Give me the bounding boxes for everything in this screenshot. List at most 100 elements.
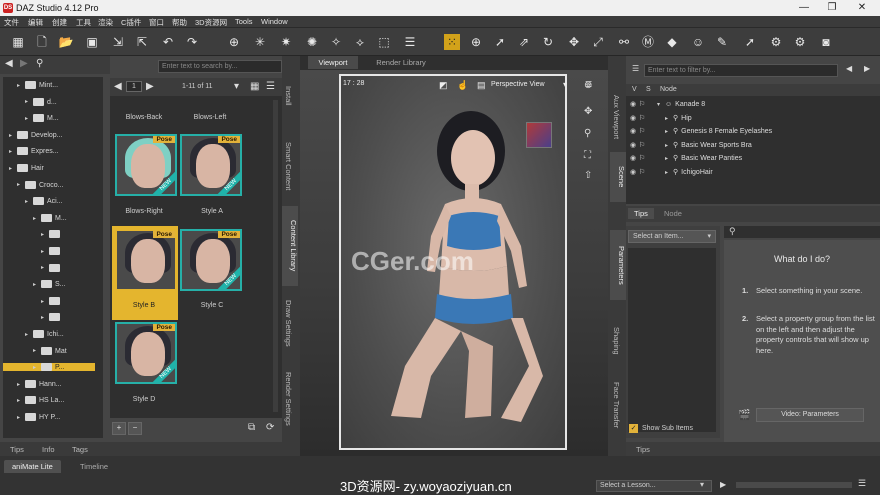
select-icon[interactable]: ➚ [492,34,508,50]
more-icon[interactable]: ☰ [858,478,866,489]
expand-arrow-icon[interactable]: ▸ [9,148,17,155]
scene-node-row[interactable]: ◉ ⚐ ▾ ☺ Kanade 8 [630,100,705,108]
tree-item[interactable]: ▸ [41,247,63,255]
tab-tips-bottom[interactable]: Tips [636,445,650,454]
open-folder-icon[interactable]: 📂 [58,34,74,50]
close-button[interactable]: ✕ [848,0,876,16]
scene-filter-input[interactable]: Enter text to filter by... [644,64,838,77]
tree-item[interactable]: ▸ Develop... [9,130,63,139]
universal-tool-icon[interactable]: ⟡ [352,34,368,50]
expand-arrow-icon[interactable]: ▾ [657,101,665,108]
menu-help[interactable]: 帮助 [172,17,187,28]
menu-window[interactable]: Window [261,17,288,26]
tab-info[interactable]: Info [42,445,55,454]
tab-smart-content[interactable]: Smart Content [284,126,293,206]
list-icon[interactable]: ☰ [402,34,418,50]
scene-menu-icon[interactable]: ☰ [632,64,639,73]
expand-arrow-icon[interactable]: ▸ [25,331,33,338]
expand-arrow-icon[interactable]: ▸ [17,397,25,404]
tree-item[interactable]: ▸ Hair [9,164,44,172]
pointer-icon[interactable]: ➚ [742,34,758,50]
3d-scene[interactable]: 17 : 28 ◩ ☝ ▤ Perspective View ▾ CGer.co… [300,70,608,456]
tab-aux-viewport[interactable]: Aux Viewport [612,82,621,152]
tree-item[interactable]: ▸ d... [25,97,57,106]
new-file-icon[interactable]: 🗋 [34,34,50,50]
visibility-eye-icon[interactable]: ◉ [630,141,639,149]
forward-arrow-icon[interactable]: ▶ [20,58,28,69]
tree-item[interactable]: ▸ [41,263,63,272]
expand-arrow-icon[interactable]: ▸ [41,314,49,321]
expand-arrow-icon[interactable]: ▸ [33,215,41,222]
expand-arrow-icon[interactable]: ▸ [665,128,673,135]
tree-item[interactable]: ▸ Mint... [17,81,58,89]
copy-icon[interactable]: ⧉ [248,422,255,433]
chevron-down-icon[interactable]: ▾ [563,80,567,89]
maximize-button[interactable]: ❐ [818,0,846,16]
dropdown-icon[interactable]: ▾ [234,81,239,92]
prev-page-icon[interactable]: ◀ [114,81,122,92]
add-button[interactable]: + [112,422,126,435]
pan-icon[interactable]: ✥ [584,106,592,117]
select-item-dropdown[interactable]: Select an Item... ▾ [628,230,716,243]
minimize-button[interactable]: — [790,0,818,16]
item-caption[interactable]: Blows-Left [170,114,250,121]
scale-icon[interactable]: ⤢ [590,34,606,50]
grid-view-icon[interactable]: ▦ [250,81,259,92]
select-toggle-icon[interactable]: ⚐ [639,127,657,135]
list-view-icon[interactable]: ☰ [266,81,275,92]
tab-draw-settings[interactable]: Draw Settings [284,288,293,358]
grid-select-icon[interactable]: ⁙ [444,34,460,50]
expand-arrow-icon[interactable]: ▸ [33,364,41,371]
tree-item[interactable]: ▸ HS La... [17,396,64,405]
scene-node-row[interactable]: ◉ ⚐ ▸ ⚲ Hip [630,114,692,122]
tab-face-transfer[interactable]: Face Transfer [612,374,621,436]
play-icon[interactable]: ▶ [720,480,726,489]
menu-window-cn[interactable]: 窗口 [149,17,164,28]
params-search[interactable]: ⚲ [724,226,880,238]
paint-icon[interactable]: ✎ [714,34,730,50]
video-parameters-button[interactable]: Video: Parameters [756,408,864,422]
expand-arrow-icon[interactable]: ▸ [25,98,33,105]
camera-move-icon[interactable]: ☝ [457,80,468,91]
figure-icon[interactable]: ☺ [690,34,706,50]
export-icon[interactable]: ⇱ [134,34,150,50]
item-caption[interactable]: Style A [172,208,252,215]
select-toggle-icon[interactable]: ⚐ [639,100,657,108]
tree-item[interactable]: ▸ HY P... [17,413,60,421]
tab-content-library[interactable]: Content Library [282,206,298,286]
pin-icon[interactable]: ⚲ [36,58,43,69]
grid-scrollbar[interactable] [273,100,278,412]
render-settings-icon[interactable]: ⚙ [768,34,784,50]
tree-item[interactable]: ▸ M... [33,213,67,222]
tab-node[interactable]: Node [664,209,682,218]
tree-item[interactable]: ▸ S... [33,280,66,289]
page-number-field[interactable]: 1 [126,81,142,92]
select-toggle-icon[interactable]: ⚐ [639,154,657,162]
expand-arrow-icon[interactable]: ▸ [41,231,49,238]
menu-tools-cn[interactable]: 工具 [76,17,91,28]
thumbnail-blows-right[interactable]: Pose NEW [115,134,177,196]
camera-light-icon[interactable]: ✺ [304,34,320,50]
menu-create[interactable]: 创建 [52,17,67,28]
visibility-eye-icon[interactable]: ◉ [630,127,639,135]
expand-arrow-icon[interactable]: ▸ [33,281,41,288]
redo-icon[interactable]: ↷ [184,34,200,50]
menu-edit[interactable]: 编辑 [28,17,43,28]
menu-render[interactable]: 渲染 [98,17,113,28]
tab-parameters[interactable]: Parameters [610,230,626,300]
tab-install[interactable]: Install [284,76,293,116]
tree-item[interactable]: ▸ Mat [33,346,67,355]
menu-3d-resource[interactable]: 3D资源网 [195,17,227,28]
scene-node-row[interactable]: ◉ ⚐ ▸ ⚲ Basic Wear Panties [630,154,742,162]
add-figure-icon[interactable]: ⊕ [226,34,242,50]
render-icon[interactable]: ⚙ [792,34,808,50]
reset-icon[interactable]: ⇧ [584,170,592,181]
frame-icon[interactable]: ⛶ [584,150,591,161]
texture-icon[interactable]: ⬚ [376,34,392,50]
tab-animate-lite[interactable]: aniMate Lite [4,460,61,473]
expand-arrow-icon[interactable]: ▸ [665,142,673,149]
thumbnail-style-a[interactable]: Pose NEW [180,134,242,196]
lesson-select[interactable]: Select a Lesson... [596,480,712,492]
expand-arrow-icon[interactable]: ▸ [17,82,25,89]
tab-viewport[interactable]: Viewport [308,56,358,69]
